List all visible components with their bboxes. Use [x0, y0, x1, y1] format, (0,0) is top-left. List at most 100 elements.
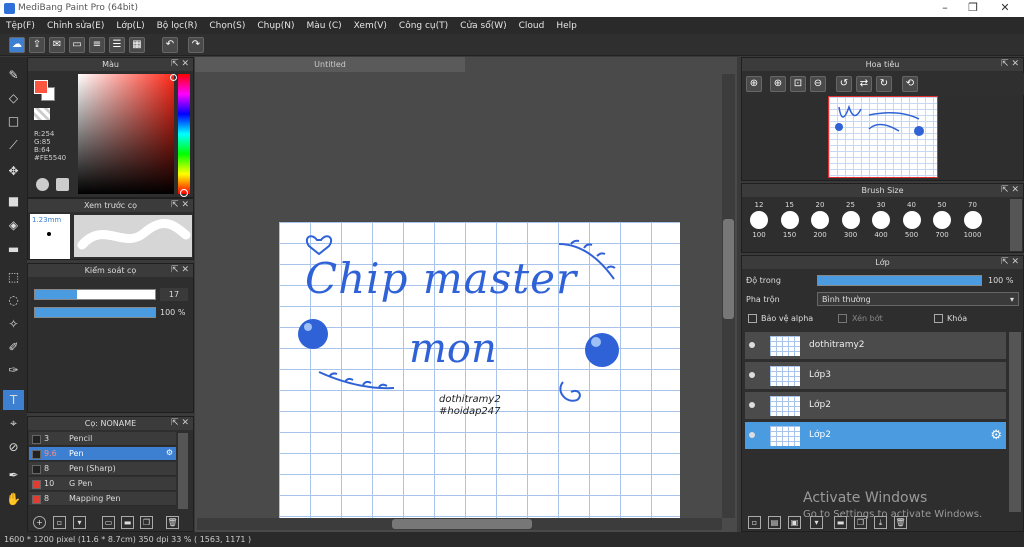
protect-alpha-checkbox[interactable]	[748, 314, 757, 323]
move-tool-icon[interactable]: ✥	[3, 161, 24, 181]
lock-checkbox[interactable]	[934, 314, 943, 323]
brush-list-item[interactable]: 10 G Pen	[29, 477, 176, 491]
brush-list-item[interactable]: 3 Pencil	[29, 432, 176, 446]
comment-icon[interactable]: ✉	[49, 37, 65, 53]
add-brush-cloud-icon[interactable]: +	[33, 516, 46, 529]
visibility-icon[interactable]	[749, 402, 755, 408]
new-8bit-layer-icon[interactable]: ▣	[788, 516, 801, 529]
brush-menu-icon[interactable]: ▾	[73, 516, 86, 529]
menu-window[interactable]: Cửa sổ(W)	[454, 21, 512, 31]
canvas-horizontal-scrollbar[interactable]	[197, 518, 722, 530]
text-tool-icon[interactable]: T	[3, 390, 24, 410]
menu-cloud[interactable]: Cloud	[513, 21, 551, 31]
brush-list-scrollbar[interactable]	[178, 433, 188, 509]
folder-icon[interactable]: ▬	[121, 516, 134, 529]
delete-brush-icon[interactable]: 🗑	[166, 516, 179, 529]
drawing-canvas[interactable]: Chip master mon dothitramy2 #hoidap247	[279, 222, 680, 518]
color-swap-icon[interactable]	[56, 178, 69, 191]
close-button[interactable]: ✕	[990, 1, 1020, 16]
menu-color[interactable]: Màu (C)	[301, 21, 348, 31]
brush-size-preset[interactable]: 20 200	[805, 201, 835, 239]
hue-slider[interactable]	[178, 74, 190, 197]
layer-opacity-slider[interactable]	[817, 275, 982, 286]
panel-close-icon[interactable]: ⇱ ✕	[171, 58, 189, 71]
minimize-button[interactable]: –	[930, 1, 960, 16]
dropper-icon[interactable]: ✒	[3, 465, 24, 485]
panel-close-icon[interactable]: ⇱ ✕	[1001, 58, 1019, 71]
panel-close-icon[interactable]: ⇱ ✕	[1001, 184, 1019, 197]
copy-brush-icon[interactable]: ▭	[102, 516, 115, 529]
foreground-color-swatch[interactable]	[34, 80, 48, 94]
new-halftone-layer-icon[interactable]: ▤	[768, 516, 781, 529]
redo-icon[interactable]: ↷	[188, 37, 204, 53]
brush-size-preset[interactable]: 12 100	[744, 201, 774, 239]
document-tab[interactable]: Untitled	[195, 57, 465, 72]
maximize-button[interactable]: ❐	[958, 1, 988, 16]
saturation-value-picker[interactable]	[78, 74, 177, 194]
grid-icon[interactable]: ▦	[129, 37, 145, 53]
hand-tool-icon[interactable]: ✋	[3, 489, 24, 509]
operation-tool-icon[interactable]: ⌖	[3, 413, 24, 433]
actual-size-icon[interactable]: ⊡	[790, 76, 806, 92]
menu-filter[interactable]: Bộ lọc(R)	[151, 21, 204, 31]
rotate-left-icon[interactable]: ↺	[836, 76, 852, 92]
cloud-icon[interactable]: ☁	[9, 37, 25, 53]
fill-rect-tool-icon[interactable]: ■	[3, 191, 24, 211]
new-layer-icon[interactable]: ▫	[748, 516, 761, 529]
brush-size-preset[interactable]: 40 500	[897, 201, 927, 239]
visibility-icon[interactable]	[749, 372, 755, 378]
canvas-vertical-scrollbar[interactable]	[722, 74, 735, 518]
menu-help[interactable]: Help	[550, 21, 583, 31]
brush-list-item[interactable]: 8 Mapping Pen	[29, 492, 176, 506]
brush-size-preset[interactable]: 25 300	[836, 201, 866, 239]
brush-size-preset[interactable]: 15 150	[775, 201, 805, 239]
palette-icon[interactable]	[36, 178, 49, 191]
panel-close-icon[interactable]: ⇱ ✕	[1001, 256, 1019, 269]
select-eraser-icon[interactable]: ✑	[3, 360, 24, 380]
zoom-fit-icon[interactable]: ⊕	[746, 76, 762, 92]
duplicate-brush-icon[interactable]: ❐	[140, 516, 153, 529]
menu-tools[interactable]: Công cụ(T)	[393, 21, 454, 31]
menu-layer[interactable]: Lớp(L)	[110, 21, 150, 31]
zoom-in-icon[interactable]: ⊕	[770, 76, 786, 92]
new-brush-icon[interactable]: ▫	[53, 516, 66, 529]
page-icon[interactable]: ▭	[69, 37, 85, 53]
menu-view[interactable]: Xem(V)	[348, 21, 393, 31]
line-tool-icon[interactable]: ⟋	[3, 135, 24, 155]
select-pen-icon[interactable]: ✐	[3, 337, 24, 357]
brush-size-scrollbar[interactable]	[1010, 199, 1022, 251]
brush-list-item[interactable]: 9.6 Pen ⚙	[29, 447, 176, 461]
zoom-out-icon[interactable]: ⊖	[810, 76, 826, 92]
visibility-icon[interactable]	[749, 342, 755, 348]
menu-file[interactable]: Tệp(F)	[0, 21, 41, 31]
brush-tool-icon[interactable]: ✎	[3, 65, 24, 85]
panel-close-icon[interactable]: ⇱ ✕	[171, 417, 189, 430]
rotate-right-icon[interactable]: ↻	[876, 76, 892, 92]
menu-edit[interactable]: Chỉnh sửa(E)	[41, 21, 110, 31]
brush-size-value[interactable]: 17	[160, 288, 188, 301]
clipping-checkbox[interactable]	[838, 314, 847, 323]
undo-icon[interactable]: ↶	[162, 37, 178, 53]
brush-list-item[interactable]: 8 Pen (Sharp)	[29, 462, 176, 476]
menu-select[interactable]: Chọn(S)	[203, 21, 251, 31]
brush-size-preset[interactable]: 30 400	[866, 201, 896, 239]
brush-size-slider[interactable]	[34, 289, 156, 300]
document-icon[interactable]: ≡	[89, 37, 105, 53]
eraser-tool-icon[interactable]: ◇	[3, 88, 24, 108]
lasso-tool-icon[interactable]: ◌	[3, 290, 24, 310]
flip-icon[interactable]: ⇄	[856, 76, 872, 92]
navigator-thumbnail[interactable]	[828, 96, 938, 178]
rectangle-tool-icon[interactable]: □	[3, 111, 24, 131]
bucket-tool-icon[interactable]: ◈	[3, 215, 24, 235]
blend-mode-select[interactable]: Bình thường ▾	[817, 292, 1019, 306]
gear-icon[interactable]: ⚙	[166, 448, 173, 457]
brush-size-preset[interactable]: 50 700	[927, 201, 957, 239]
transparent-color-icon[interactable]	[34, 108, 50, 120]
menu-capture[interactable]: Chụp(N)	[251, 21, 300, 31]
visibility-icon[interactable]	[749, 432, 755, 438]
select-tool-icon[interactable]: ⬚	[3, 267, 24, 287]
gradient-tool-icon[interactable]: ▬	[3, 239, 24, 259]
reset-rotation-icon[interactable]: ⟲	[902, 76, 918, 92]
brush-opacity-slider[interactable]	[34, 307, 156, 318]
list-icon[interactable]: ☰	[109, 37, 125, 53]
